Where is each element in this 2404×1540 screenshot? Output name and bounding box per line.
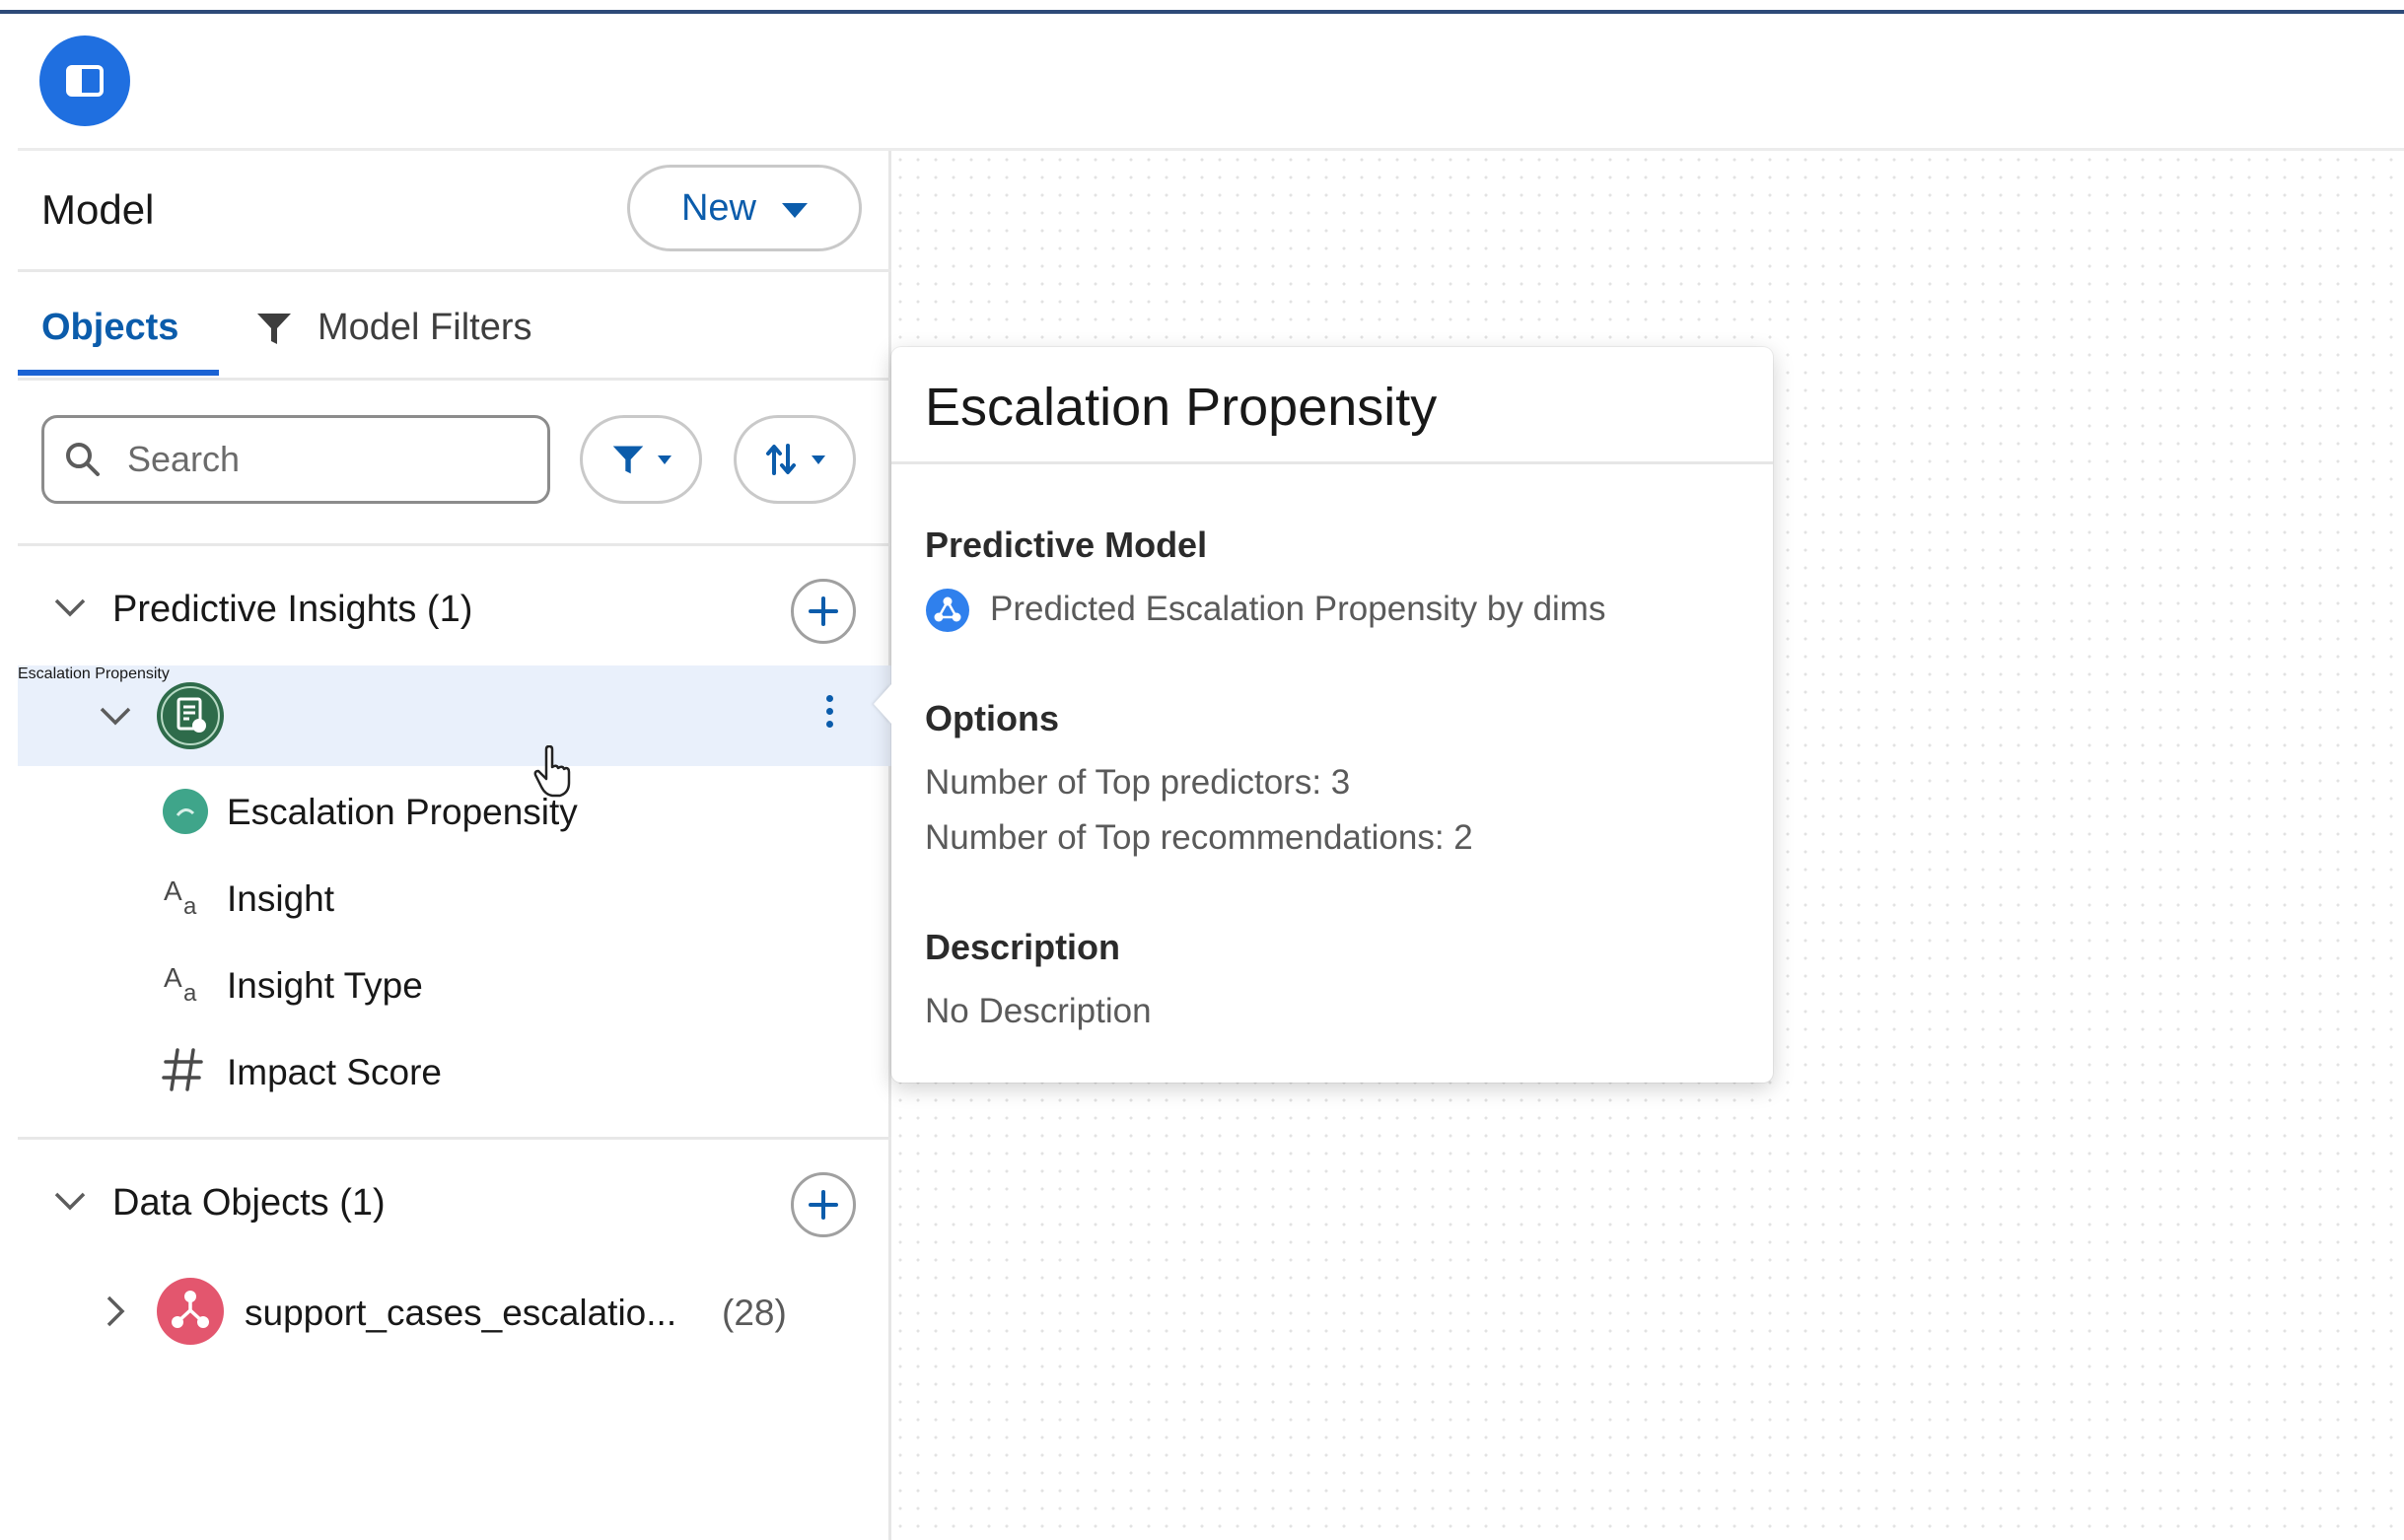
field-impact-score[interactable]: Impact Score — [18, 1030, 891, 1119]
field-label: Insight — [227, 878, 335, 919]
divider — [18, 269, 891, 272]
section-label: Predictive Insights (1) — [112, 589, 473, 630]
sort-menu-button[interactable] — [734, 415, 856, 504]
field-label: Insight Type — [227, 965, 423, 1006]
description-heading: Description — [925, 927, 1121, 967]
tab-model-filters[interactable]: Model Filters — [254, 307, 532, 349]
tree-item-escalation-propensity[interactable]: Escalation Propensity — [18, 665, 891, 766]
filter-menu-button[interactable] — [580, 415, 702, 504]
number-type-icon — [162, 1048, 203, 1091]
tree-item-label: Escalation Propensity — [18, 665, 170, 682]
predictive-model-link[interactable]: Predicted Escalation Propensity by dims — [990, 590, 1605, 629]
field-label: Impact Score — [227, 1052, 442, 1092]
search-input[interactable] — [125, 438, 504, 481]
svg-text:a: a — [183, 980, 197, 1007]
text-type-icon: A a — [164, 962, 197, 1007]
tree-item-support-cases[interactable]: support_cases_escalatio... (28) — [18, 1263, 891, 1362]
filter-icon — [612, 446, 644, 474]
more-actions-icon[interactable] — [826, 695, 833, 728]
panel-toggle-button[interactable] — [39, 35, 130, 126]
svg-text:a: a — [183, 893, 197, 920]
field-label: Escalation Propensity — [227, 792, 578, 832]
chevron-down-icon — [54, 598, 86, 617]
svg-text:A: A — [164, 875, 182, 906]
option-top-recommendations: Number of Top recommendations: 2 — [925, 818, 1473, 857]
field-escalation-propensity[interactable]: Escalation Propensity — [18, 768, 891, 857]
tree-item-label: support_cases_escalatio... — [245, 1293, 677, 1333]
options-heading: Options — [925, 698, 1059, 738]
popover-pointer — [874, 684, 891, 724]
model-panel: Model New Objects Model Filters Search P… — [18, 151, 891, 1540]
plus-icon — [809, 596, 838, 626]
section-label: Data Objects (1) — [112, 1182, 386, 1224]
predictive-model-icon — [926, 589, 969, 632]
add-predictive-insight-button[interactable] — [791, 579, 856, 644]
field-insight-type[interactable]: A a Insight Type — [18, 944, 891, 1032]
chevron-down-icon — [658, 455, 672, 464]
details-popover: Escalation Propensity Predictive Model P… — [874, 347, 1773, 1083]
svg-text:A: A — [164, 962, 182, 993]
divider — [18, 1137, 891, 1140]
window-top-bar — [0, 0, 2404, 14]
section-data-objects[interactable]: Data Objects (1) — [18, 1155, 891, 1253]
divider — [18, 378, 891, 381]
chevron-right-icon — [106, 1295, 125, 1327]
chevron-down-icon — [54, 1192, 86, 1211]
tab-objects[interactable]: Objects — [41, 307, 178, 349]
active-tab-indicator — [18, 370, 219, 376]
prediction-icon — [163, 789, 208, 834]
plus-icon — [809, 1190, 838, 1220]
chevron-down-icon — [782, 202, 809, 218]
predictive-insight-icon — [157, 682, 224, 749]
chevron-down-icon — [100, 707, 131, 726]
search-icon — [66, 443, 100, 476]
popover-title: Escalation Propensity — [925, 378, 1438, 437]
add-data-object-button[interactable] — [791, 1172, 856, 1237]
description-value: No Description — [925, 992, 1152, 1030]
option-top-predictors: Number of Top predictors: 3 — [925, 763, 1351, 802]
new-button-label: New — [680, 186, 757, 229]
tab-model-filters-label: Model Filters — [318, 307, 532, 348]
divider — [891, 461, 1773, 464]
sort-icon — [766, 444, 796, 475]
filter-icon — [257, 313, 291, 344]
search-field[interactable] — [41, 415, 550, 504]
text-type-icon: A a — [164, 875, 197, 920]
field-insight[interactable]: A a Insight — [18, 857, 891, 945]
chevron-down-icon — [812, 455, 825, 464]
predictive-model-heading: Predictive Model — [925, 525, 1208, 565]
section-predictive-insights[interactable]: Predictive Insights (1) — [18, 561, 891, 660]
divider — [18, 543, 891, 546]
new-button[interactable]: New — [627, 165, 862, 251]
pointer-cursor-icon — [533, 745, 571, 798]
field-count: (28) — [722, 1293, 787, 1333]
panel-title: Model — [41, 186, 155, 233]
panel-toggle-icon — [66, 65, 104, 97]
data-object-icon — [157, 1278, 224, 1345]
